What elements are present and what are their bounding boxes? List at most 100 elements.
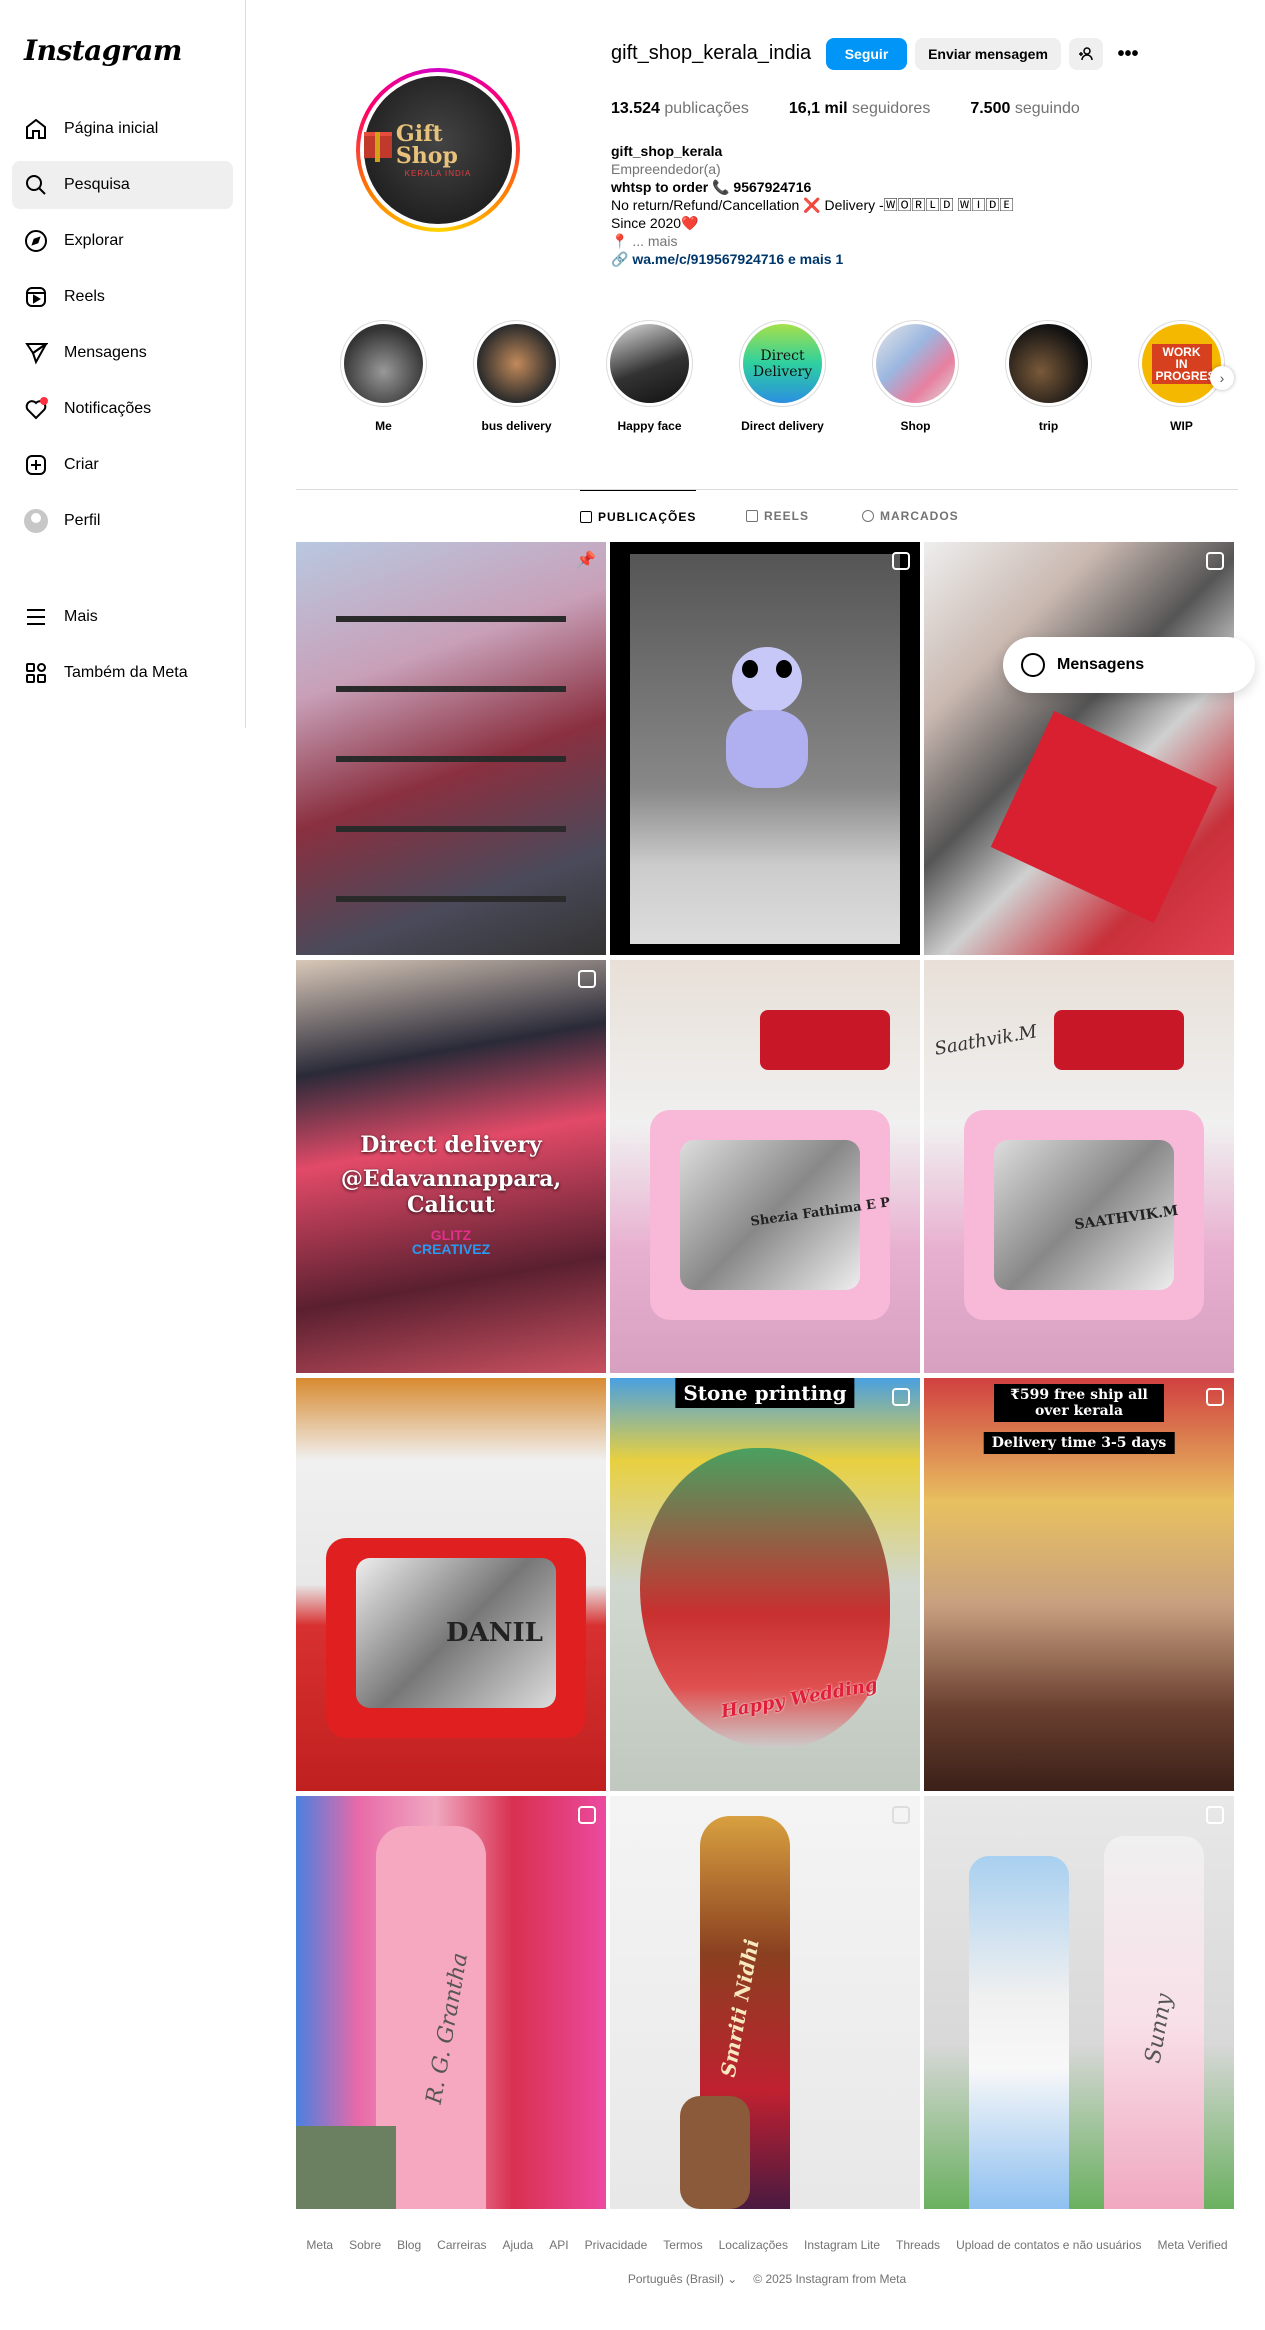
bio-line: No return/Refund/Cancellation ❌ Delivery…	[611, 197, 1014, 213]
post-caption: Delivery time 3-5 days	[983, 1432, 1175, 1454]
story-highlights: Me bus delivery Happy face Direct Delive…	[340, 320, 1240, 440]
tab-tagged[interactable]: MARCADOS	[862, 490, 959, 542]
sidebar-item-profile[interactable]: Perfil	[12, 497, 233, 545]
sidebar-item-label: Perfil	[64, 512, 101, 529]
sidebar-item-create[interactable]: Criar	[12, 441, 233, 489]
sidebar-item-home[interactable]: Página inicial	[12, 105, 233, 153]
sidebar-item-label: Criar	[64, 456, 99, 473]
sidebar-item-messages[interactable]: Mensagens	[12, 329, 233, 377]
bio-link[interactable]: 🔗 wa.me/c/919567924716 e mais 1	[611, 250, 1071, 268]
more-options-button[interactable]: •••	[1112, 38, 1144, 70]
bio-more[interactable]: 📍 ... mais	[611, 232, 1071, 250]
follow-button[interactable]: Seguir	[826, 38, 907, 70]
highlight-item[interactable]: bus delivery	[473, 320, 560, 433]
notification-dot	[40, 397, 48, 405]
post-overlay-text: @Edavannappara, Calicut	[340, 1166, 562, 1218]
footer-links: Meta Sobre Blog Carreiras Ajuda API Priv…	[296, 2238, 1238, 2252]
bio-line: Since 2020❤️	[611, 215, 699, 231]
suggest-user-button[interactable]	[1069, 38, 1103, 70]
carousel-badge-icon	[892, 1806, 910, 1824]
footer-link[interactable]: Threads	[896, 2238, 940, 2252]
send-icon	[24, 341, 48, 365]
compass-icon	[24, 229, 48, 253]
profile-stats: 13.524 publicações 16,1 mil seguidores 7…	[611, 100, 1120, 118]
menu-icon	[24, 605, 48, 629]
profile-bio: gift_shop_kerala Empreendedor(a) whtsp t…	[611, 142, 1071, 268]
footer-link[interactable]: Privacidade	[585, 2238, 648, 2252]
heart-icon	[24, 397, 48, 421]
sidebar-item-more[interactable]: Mais	[12, 593, 233, 641]
post-tile[interactable]: Smriti Nidhi	[610, 1796, 920, 2209]
footer-link[interactable]: Localizações	[719, 2238, 788, 2252]
following-count[interactable]: 7.500 seguindo	[970, 100, 1079, 118]
footer-link[interactable]: Carreiras	[437, 2238, 486, 2252]
post-tile[interactable]: ₹599 free ship all over kerala Delivery …	[924, 1378, 1234, 1791]
post-tile[interactable]	[610, 542, 920, 955]
reel-badge-icon	[1206, 1388, 1224, 1406]
instagram-logo[interactable]: Instagram	[24, 34, 182, 67]
sidebar-item-label: Também da Meta	[64, 664, 188, 681]
post-tile[interactable]: 📌	[296, 542, 606, 955]
post-caption: ₹599 free ship all over kerala	[994, 1384, 1164, 1422]
highlight-item[interactable]: Me	[340, 320, 427, 433]
footer-link[interactable]: Meta	[306, 2238, 333, 2252]
footer-link[interactable]: Instagram Lite	[804, 2238, 880, 2252]
profile-avatar[interactable]: Gift Shop KERALA INDIA	[356, 68, 520, 232]
post-tile[interactable]: Sunny	[924, 1796, 1234, 2209]
avatar-logo-text: Gift Shop	[395, 120, 458, 169]
reels-icon	[746, 510, 758, 522]
meta-apps-icon	[24, 661, 48, 685]
reel-badge-icon	[892, 552, 910, 570]
chevron-right-icon[interactable]: ›	[1210, 366, 1234, 390]
bottle-name: Saathvik.M	[932, 1021, 1039, 1060]
post-tile[interactable]: DANIL	[296, 1378, 606, 1791]
highlight-image-text: WORK IN PROGRESS	[1151, 343, 1224, 384]
watermark-text: CREATIVEZ	[411, 1241, 491, 1257]
post-caption: Stone printing	[675, 1378, 855, 1408]
tab-reels[interactable]: REELS	[746, 490, 809, 542]
plus-square-icon	[24, 453, 48, 477]
bio-name: gift_shop_kerala	[611, 143, 723, 159]
post-tile[interactable]: Saathvik.M SAATHVIK.M	[924, 960, 1234, 1373]
highlight-item[interactable]: Direct Delivery Direct delivery	[739, 320, 826, 433]
sidebar-item-label: Notificações	[64, 400, 152, 417]
sidebar-item-reels[interactable]: Reels	[12, 273, 233, 321]
footer-link[interactable]: API	[549, 2238, 568, 2252]
tab-posts[interactable]: PUBLICAÇÕES	[580, 490, 697, 542]
language-select[interactable]: Português (Brasil) ⌄	[628, 2272, 737, 2286]
sidebar-item-also-from-meta[interactable]: Também da Meta	[12, 649, 233, 697]
sidebar-item-label: Mais	[64, 608, 98, 625]
post-tile[interactable]: R. G. Grantha	[296, 1796, 606, 2209]
carousel-badge-icon	[1206, 1806, 1224, 1824]
reels-icon	[24, 285, 48, 309]
footer-link[interactable]: Meta Verified	[1158, 2238, 1228, 2252]
messenger-icon	[1021, 653, 1045, 677]
sidebar-item-label: Página inicial	[64, 120, 159, 137]
footer-link[interactable]: Sobre	[349, 2238, 381, 2252]
footer-link[interactable]: Termos	[663, 2238, 702, 2252]
followers-count[interactable]: 16,1 mil seguidores	[789, 100, 930, 118]
bio-line: whtsp to order 📞 9567924716	[611, 179, 812, 195]
sidebar-item-search[interactable]: Pesquisa	[12, 161, 233, 209]
bio-category: Empreendedor(a)	[611, 161, 721, 177]
add-person-icon	[1079, 47, 1093, 61]
highlight-item[interactable]: Happy face	[606, 320, 693, 433]
footer-link[interactable]: Ajuda	[503, 2238, 534, 2252]
sidebar-item-notifications[interactable]: Notificações	[12, 385, 233, 433]
post-tile[interactable]: Direct delivery @Edavannappara, Calicut …	[296, 960, 606, 1373]
highlight-item[interactable]: trip	[1005, 320, 1092, 433]
reel-badge-icon	[892, 1388, 910, 1406]
footer-link[interactable]: Blog	[397, 2238, 421, 2252]
post-tile[interactable]: Stone printing Happy Wedding	[610, 1378, 920, 1791]
grid-icon	[580, 510, 592, 523]
tag-icon	[862, 510, 874, 522]
post-tile[interactable]	[924, 542, 1234, 955]
post-tile[interactable]: Shezia Fathima E P	[610, 960, 920, 1373]
floating-messages-button[interactable]: Mensagens	[1003, 637, 1255, 693]
footer-link[interactable]: Upload de contatos e não usuários	[956, 2238, 1141, 2252]
sidebar-item-explore[interactable]: Explorar	[12, 217, 233, 265]
post-overlay-text: Direct delivery	[360, 1132, 542, 1158]
send-message-button[interactable]: Enviar mensagem	[915, 38, 1061, 70]
highlight-item[interactable]: Shop	[872, 320, 959, 433]
pin-icon: 📌	[576, 552, 596, 569]
